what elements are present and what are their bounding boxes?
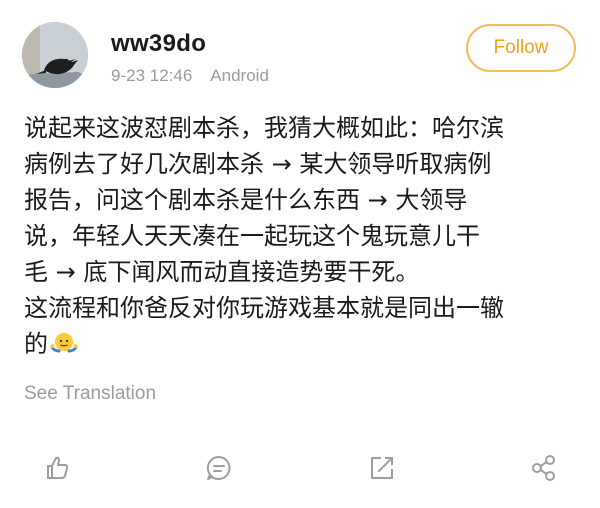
post-body: 说起来这波怼剧本杀，我猜大概如此：哈尔滨 病例去了好几次剧本杀 → 某大领导听取… [24, 110, 584, 362]
repost-icon [371, 457, 393, 479]
see-translation-link[interactable]: See Translation [24, 383, 156, 405]
share-icon [532, 455, 555, 481]
post-timestamp: 9-23 12:46 [111, 66, 193, 85]
repost-button[interactable] [366, 452, 398, 484]
like-icon [47, 456, 69, 479]
post-action-bar [0, 448, 600, 488]
crow-avatar-image [22, 22, 88, 88]
post-text-line: 这流程和你爸反对你玩游戏基本就是同出一辙 [24, 294, 504, 322]
follow-button[interactable]: Follow [466, 24, 576, 72]
post-header: ww39do 9-23 12:46 Android Follow [0, 0, 600, 100]
like-button[interactable] [41, 452, 73, 484]
post-text-line: 说，年轻人天天凑在一起玩这个鬼玩意儿干 [24, 222, 480, 250]
post-text-line: 毛 → 底下闻风而动直接造势要干死。 [24, 258, 420, 286]
comment-button[interactable] [203, 452, 235, 484]
post-text-line-last: 的 [24, 326, 584, 362]
post-text-line: 病例去了好几次剧本杀 → 某大领导听取病例 [24, 150, 492, 178]
avatar[interactable] [22, 22, 88, 88]
username[interactable]: ww39do [111, 30, 206, 58]
post-text-line: 说起来这波怼剧本杀，我猜大概如此：哈尔滨 [24, 114, 504, 142]
post-meta: 9-23 12:46 Android [111, 66, 269, 86]
comment-icon [206, 455, 231, 480]
share-button[interactable] [527, 452, 559, 484]
post-source: Android [210, 66, 269, 85]
post-text-line: 的 [24, 330, 48, 358]
post-text-line: 报告，问这个剧本杀是什么东西 → 大领导 [24, 186, 468, 214]
shrug-emoji-icon [50, 329, 78, 357]
